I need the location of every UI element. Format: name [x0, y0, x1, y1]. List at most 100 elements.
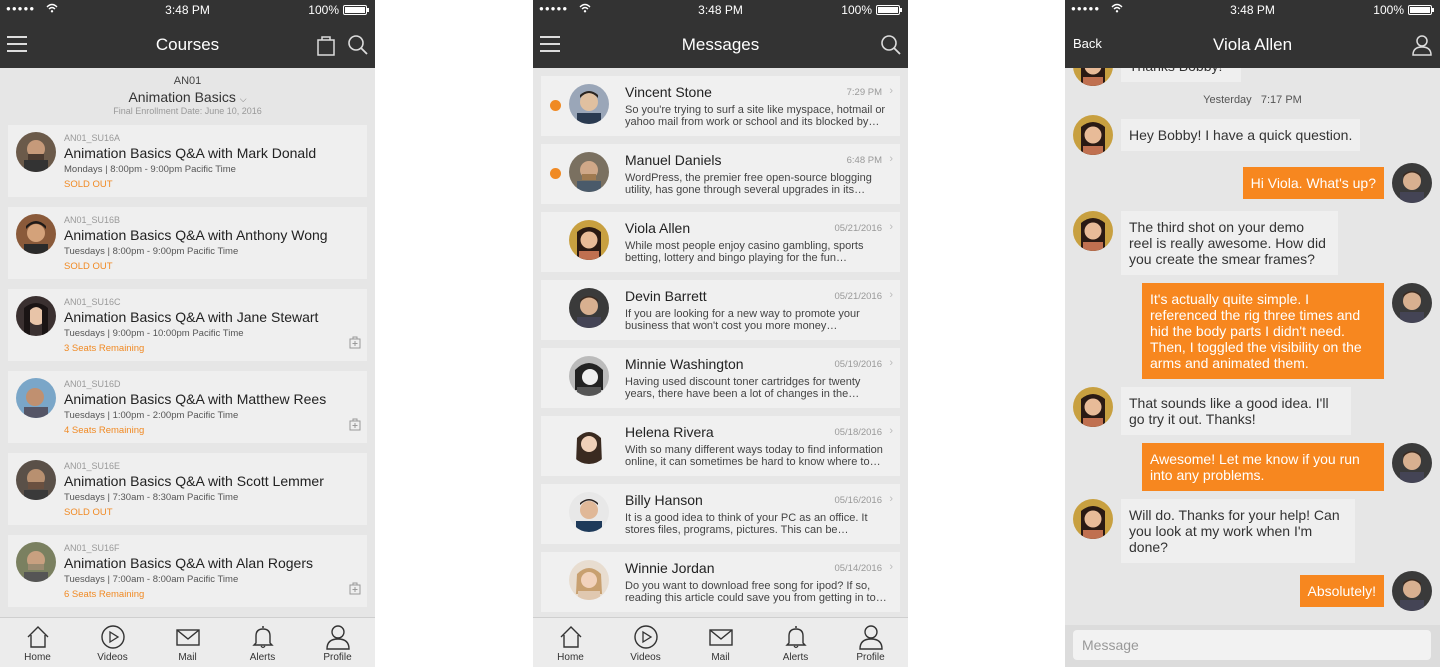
- course-header[interactable]: AN01 Animation Basics ⌵ Final Enrollment…: [0, 75, 375, 116]
- nav-bar: ●●●●● 3:48 PM 100% Back Viola Allen: [1065, 0, 1440, 68]
- bag-icon[interactable]: [316, 34, 338, 56]
- play-icon: [100, 625, 125, 649]
- course-name: Animation Basics: [128, 89, 236, 105]
- message-time: 05/18/2016: [834, 427, 882, 438]
- session-code: AN01_SU16D: [64, 379, 121, 389]
- session-status: 3 Seats Remaining: [64, 343, 145, 354]
- avatar: [569, 152, 609, 192]
- tab-videos[interactable]: Videos: [75, 618, 150, 667]
- avatar: [569, 84, 609, 124]
- message-preview: Having used discount toner cartridges fo…: [625, 376, 861, 400]
- sender-name: Helena Rivera: [625, 424, 714, 440]
- bell-icon: [251, 626, 274, 649]
- home-icon: [27, 626, 48, 648]
- chevron-right-icon: ›: [889, 493, 893, 505]
- session-status: SOLD OUT: [64, 507, 113, 518]
- message-time: 05/21/2016: [834, 223, 882, 234]
- course-item[interactable]: AN01_SU16D Animation Basics Q&A with Mat…: [8, 371, 367, 443]
- message-item[interactable]: Viola Allen 05/21/2016 › While most peop…: [541, 212, 900, 272]
- battery-icon: [343, 5, 369, 15]
- search-icon[interactable]: [880, 34, 902, 56]
- sender-name: Winnie Jordan: [625, 560, 715, 576]
- tab-mail[interactable]: Mail: [150, 618, 225, 667]
- tab-profile[interactable]: Profile: [833, 618, 908, 667]
- avatar: [1392, 283, 1432, 323]
- tab-alerts[interactable]: Alerts: [225, 618, 300, 667]
- message-bubble: The third shot on your demo reel is real…: [1121, 211, 1338, 275]
- chat-screen: Thanks Bobby! Yesterday 7:17 PM Hey Bobb…: [1065, 0, 1440, 667]
- avatar: [569, 288, 609, 328]
- bag-icon[interactable]: [349, 335, 361, 354]
- bag-icon[interactable]: [349, 417, 361, 436]
- tab-mail[interactable]: Mail: [683, 618, 758, 667]
- avatar: [1073, 499, 1113, 539]
- course-list: AN01_SU16A Animation Basics Q&A with Mar…: [8, 125, 367, 617]
- tab-home[interactable]: Home: [533, 618, 608, 667]
- tab-alerts[interactable]: Alerts: [758, 618, 833, 667]
- course-item[interactable]: AN01_SU16B Animation Basics Q&A with Ant…: [8, 207, 367, 279]
- session-status: SOLD OUT: [64, 179, 113, 190]
- course-item[interactable]: AN01_SU16F Animation Basics Q&A with Ala…: [8, 535, 367, 607]
- message-input[interactable]: [1073, 630, 1431, 660]
- tab-profile[interactable]: Profile: [300, 618, 375, 667]
- message-item[interactable]: Helena Rivera 05/18/2016 › With so many …: [541, 416, 900, 476]
- avatar: [16, 214, 56, 254]
- course-selector[interactable]: Animation Basics ⌵: [0, 89, 375, 105]
- message-time: 7:29 PM: [846, 87, 882, 98]
- avatar: [16, 460, 56, 500]
- tab-bar: Home Videos Mail Alerts Profile: [0, 617, 375, 667]
- timestamp-time: 7:17 PM: [1260, 94, 1302, 106]
- battery-percent: 100%: [308, 3, 339, 17]
- course-code: AN01: [173, 75, 202, 87]
- message-item[interactable]: Billy Hanson 05/16/2016 › It is a good i…: [541, 484, 900, 544]
- tab-label: Videos: [630, 652, 661, 663]
- chevron-right-icon: ›: [889, 85, 893, 97]
- message-time: 6:48 PM: [846, 155, 882, 166]
- play-icon: [633, 625, 658, 649]
- message-bubble: Will do. Thanks for your help! Can you l…: [1121, 499, 1355, 563]
- tab-videos[interactable]: Videos: [608, 618, 683, 667]
- profile-icon[interactable]: [1411, 34, 1433, 56]
- avatar: [569, 560, 609, 600]
- tab-label: Mail: [178, 652, 197, 663]
- session-time: Tuesdays | 7:00am - 8:00am Pacific Time: [64, 574, 239, 585]
- course-item[interactable]: AN01_SU16C Animation Basics Q&A with Jan…: [8, 289, 367, 361]
- avatar: [1073, 387, 1113, 427]
- avatar: [1392, 163, 1432, 203]
- bag-icon[interactable]: [349, 581, 361, 600]
- tab-label: Alerts: [782, 652, 809, 663]
- tab-label: Alerts: [249, 652, 276, 663]
- tab-bar: Home Videos Mail Alerts Profile: [533, 617, 908, 667]
- course-item[interactable]: AN01_SU16E Animation Basics Q&A with Sco…: [8, 453, 367, 525]
- conversation: Thanks Bobby! Yesterday 7:17 PM Hey Bobb…: [1065, 46, 1440, 625]
- message-item[interactable]: Winnie Jordan 05/14/2016 › Do you want t…: [541, 552, 900, 612]
- chevron-right-icon: ›: [889, 561, 893, 573]
- timestamp: Yesterday 7:17 PM: [1065, 94, 1440, 106]
- message-preview: With so many different ways today to fin…: [625, 444, 883, 468]
- avatar: [1392, 571, 1432, 611]
- session-code: AN01_SU16C: [64, 297, 121, 307]
- message-bubble: Awesome! Let me know if you run into any…: [1142, 443, 1384, 491]
- message-time: 05/16/2016: [834, 495, 882, 506]
- bell-icon: [784, 626, 807, 649]
- chevron-right-icon: ›: [889, 289, 893, 301]
- courses-screen: ●●●●● 3:48 PM 100% Courses AN01 Animatio…: [0, 0, 375, 667]
- avatar: [569, 492, 609, 532]
- composer: [1065, 625, 1440, 667]
- avatar: [1392, 443, 1432, 483]
- message-item[interactable]: Devin Barrett 05/21/2016 › If you are lo…: [541, 280, 900, 340]
- tab-label: Profile: [323, 652, 352, 663]
- tab-home[interactable]: Home: [0, 618, 75, 667]
- message-item[interactable]: Minnie Washington 05/19/2016 › Having us…: [541, 348, 900, 408]
- battery-icon: [876, 5, 902, 15]
- message-item[interactable]: Manuel Daniels 6:48 PM › WordPress, the …: [541, 144, 900, 204]
- unread-indicator: [550, 100, 561, 111]
- session-time: Tuesdays | 1:00pm - 2:00pm Pacific Time: [64, 410, 239, 421]
- messages-screen: ●●●●● 3:48 PM 100% Messages Vincent Ston…: [533, 0, 908, 667]
- course-item[interactable]: AN01_SU16A Animation Basics Q&A with Mar…: [8, 125, 367, 197]
- message-item[interactable]: Vincent Stone 7:29 PM › So you're trying…: [541, 76, 900, 136]
- search-icon[interactable]: [347, 34, 369, 56]
- session-title: Animation Basics Q&A with Jane Stewart: [64, 309, 319, 325]
- chevron-right-icon: ›: [889, 153, 893, 165]
- chevron-right-icon: ›: [889, 221, 893, 233]
